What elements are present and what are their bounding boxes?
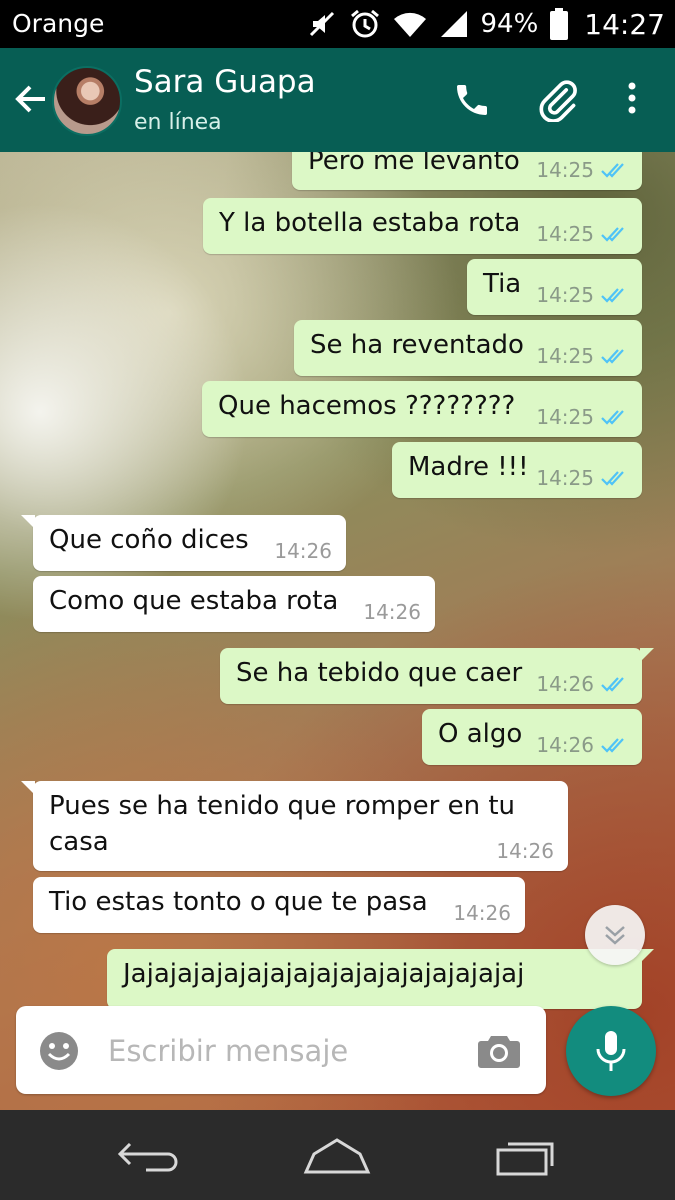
paperclip-icon[interactable] — [536, 78, 580, 126]
bubble-tail — [21, 781, 35, 795]
message-text: Pero me levanto — [308, 152, 520, 176]
message-meta: 14:25 — [536, 158, 628, 182]
message-time: 14:26 — [453, 901, 511, 925]
nav-back-icon[interactable] — [116, 1136, 182, 1180]
avatar[interactable] — [52, 66, 122, 136]
read-ticks-icon — [601, 227, 624, 242]
mic-button[interactable] — [566, 1006, 656, 1096]
message-text: Madre !!! — [408, 452, 529, 482]
message-text: Jajajajajajajajajajajajajajajajajaj — [123, 959, 525, 989]
phone-icon[interactable] — [452, 80, 492, 124]
message-text: Se ha reventado — [310, 330, 524, 360]
message-meta: 14:26 — [496, 839, 554, 863]
message-bubble-outgoing[interactable]: Y la botella estaba rota 14:25 — [203, 198, 642, 254]
clock: 14:27 — [584, 7, 665, 41]
message-time: 14:26 — [496, 839, 554, 863]
message-bubble-incoming[interactable]: Pues se ha tenido que romper en tu casa … — [21, 781, 568, 871]
message-time: 14:25 — [536, 158, 594, 182]
back-arrow-icon[interactable] — [14, 82, 48, 120]
message-text: Como que estaba rota — [49, 586, 339, 616]
message-bubble-outgoing[interactable]: Pero me levanto 14:25 — [292, 152, 642, 190]
message-time: 14:25 — [536, 405, 594, 429]
nav-recents-icon[interactable] — [494, 1134, 560, 1182]
message-composer — [16, 1006, 546, 1094]
message-bubble-outgoing[interactable]: Madre !!! 14:25 — [392, 442, 642, 498]
message-bubble-outgoing[interactable]: O algo 14:26 — [422, 709, 642, 765]
message-meta: 14:25 — [536, 344, 628, 368]
message-meta: 14:26 — [363, 600, 421, 624]
read-ticks-icon — [601, 288, 624, 303]
read-ticks-icon — [601, 677, 624, 692]
message-meta: 14:25 — [536, 405, 628, 429]
message-text: Que hacemos ???????? — [218, 391, 516, 421]
read-ticks-icon — [601, 471, 624, 486]
message-text: O algo — [438, 719, 523, 749]
message-time: 14:25 — [536, 283, 594, 307]
read-ticks-icon — [601, 349, 624, 364]
message-time: 14:25 — [536, 222, 594, 246]
message-text-line-1: Pues se ha tenido que romper en tu — [49, 791, 516, 821]
read-ticks-icon — [601, 163, 624, 178]
message-time: 14:26 — [274, 539, 332, 563]
wifi-icon — [393, 10, 427, 38]
contact-name[interactable]: Sara Guapa — [134, 64, 316, 100]
bubble-tail — [640, 648, 654, 662]
message-meta: 14:26 — [536, 672, 628, 696]
bubble-tail — [21, 515, 35, 529]
message-input[interactable] — [106, 1026, 470, 1076]
signal-icon — [439, 9, 469, 39]
battery-icon — [550, 8, 569, 40]
chat-header: Sara Guapa en línea — [0, 48, 675, 152]
message-text-line-2: casa — [49, 827, 109, 857]
message-meta: 14:25 — [536, 283, 628, 307]
camera-icon[interactable] — [478, 1032, 520, 1072]
emoji-icon[interactable] — [38, 1030, 80, 1076]
message-time: 14:26 — [536, 672, 594, 696]
scroll-to-bottom-button[interactable] — [585, 905, 645, 965]
carrier-label: Orange — [12, 9, 105, 38]
message-bubble-incoming[interactable]: Tio estas tonto o que te pasa 14:26 — [33, 877, 525, 933]
message-bubble-outgoing[interactable]: Que hacemos ???????? 14:25 — [202, 381, 642, 437]
message-meta: 14:26 — [453, 901, 511, 925]
message-text: Tia — [483, 269, 522, 299]
message-meta: 14:26 — [274, 539, 332, 563]
message-bubble-incoming[interactable]: Que coño dices 14:26 — [21, 515, 346, 571]
status-icons: 94% 14:27 — [307, 0, 665, 48]
message-bubble-outgoing[interactable]: Jajajajajajajajajajajajajajajajajaj — [107, 949, 654, 1009]
message-bubble-outgoing[interactable]: Tia 14:25 — [467, 259, 642, 315]
message-time: 14:26 — [363, 600, 421, 624]
message-time: 14:26 — [536, 733, 594, 757]
message-bubble-outgoing[interactable]: Se ha tebido que caer 14:26 — [220, 648, 654, 704]
message-bubble-incoming[interactable]: Como que estaba rota 14:26 — [33, 576, 435, 632]
message-list[interactable]: Pero me levanto 14:25 Y la botella estab… — [0, 152, 675, 1112]
more-vert-icon[interactable] — [622, 78, 642, 122]
message-text: Tio estas tonto o que te pasa — [49, 887, 428, 917]
message-meta: 14:25 — [536, 466, 628, 490]
read-ticks-icon — [601, 738, 624, 753]
message-meta: 14:26 — [536, 733, 628, 757]
microphone-icon — [596, 1031, 626, 1071]
message-bubble-outgoing[interactable]: Se ha reventado 14:25 — [294, 320, 642, 376]
mute-icon — [307, 9, 337, 39]
alarm-icon — [349, 8, 381, 40]
message-time: 14:25 — [536, 344, 594, 368]
read-ticks-icon — [601, 410, 624, 425]
contact-status: en línea — [134, 110, 222, 135]
status-bar: Orange 94% 14:27 — [0, 0, 675, 48]
chevron-double-down-icon — [605, 926, 625, 945]
bubble-tail — [640, 949, 654, 963]
message-time: 14:25 — [536, 466, 594, 490]
nav-home-icon[interactable] — [300, 1134, 374, 1182]
message-text: Se ha tebido que caer — [236, 658, 523, 688]
message-text: Que coño dices — [49, 525, 249, 555]
battery-percent: 94% — [480, 9, 539, 39]
message-text: Y la botella estaba rota — [219, 208, 521, 238]
message-meta: 14:25 — [536, 222, 628, 246]
system-nav-bar — [0, 1110, 675, 1200]
